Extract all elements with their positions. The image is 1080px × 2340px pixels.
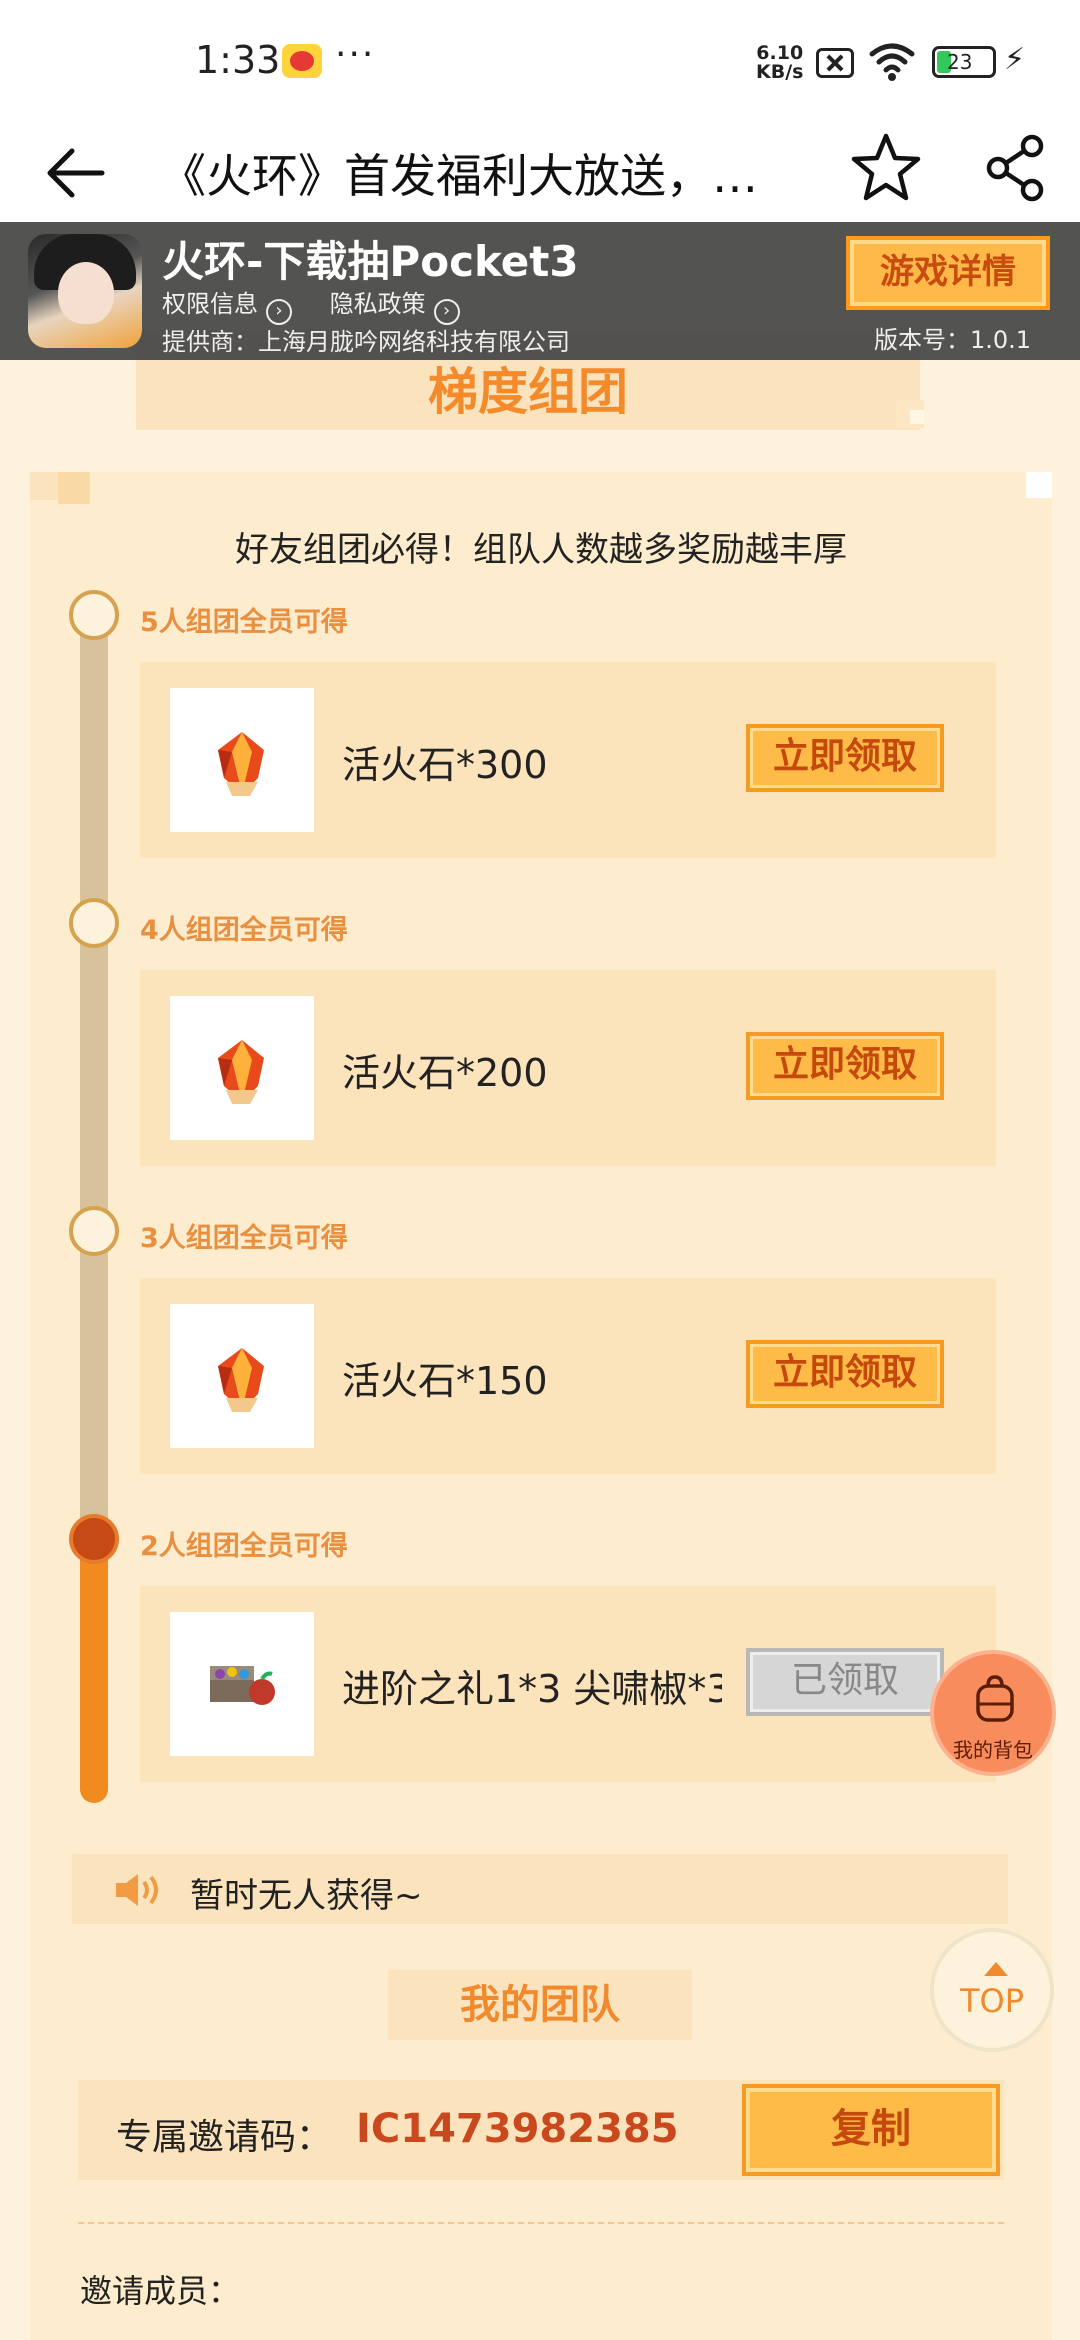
fire-stone-icon	[218, 732, 264, 796]
divider	[78, 2222, 1004, 2224]
arrow-up-icon	[984, 1962, 1008, 1976]
sim-x-icon	[816, 48, 854, 78]
tier-node-completed	[69, 1514, 119, 1564]
reward-thumbnail	[170, 1612, 314, 1756]
progress-fill	[80, 1545, 108, 1803]
reward-name: 进阶之礼1*3 尖啸椒*3	[342, 1667, 722, 1711]
page-title: 《火环》首发福利大放送，…	[160, 149, 758, 203]
reward-row: 活火石*200 立即领取	[140, 970, 996, 1166]
pixel-decoration	[30, 472, 58, 500]
copy-button[interactable]: 复制	[742, 2084, 1000, 2176]
star-icon[interactable]	[846, 128, 926, 208]
back-arrow-icon[interactable]	[40, 138, 110, 208]
game-name: 火环-下载抽Pocket3	[162, 237, 579, 286]
tier-node	[69, 898, 119, 948]
top-nav-bar: 《火环》首发福利大放送，…	[0, 118, 1080, 222]
status-bar: 1:33 ··· 6.10 KB/s 23 ⚡	[0, 0, 1080, 118]
game-info-banner: 火环-下载抽Pocket3 权限信息 › 隐私政策 › 提供商：上海月胧吟网络科技有…	[0, 222, 1080, 360]
reward-thumbnail	[170, 1304, 314, 1448]
reward-row: 活火石*300 立即领取	[140, 662, 996, 858]
invited-members-label: 邀请成员：	[80, 2272, 241, 2310]
reward-thumbnail	[170, 688, 314, 832]
section-title: 梯度组团	[428, 363, 628, 421]
share-icon[interactable]	[984, 132, 1048, 204]
reward-row: 活火石*150 立即领取	[140, 1278, 996, 1474]
battery-icon: 23	[932, 46, 996, 78]
notice-text: 暂时无人获得~	[190, 1876, 423, 1916]
net-speed-unit: KB/s	[756, 61, 804, 83]
fire-stone-icon	[218, 1348, 264, 1412]
pixel-decoration	[58, 472, 90, 504]
speaker-icon	[116, 1874, 158, 1906]
backpack-icon	[976, 1675, 1014, 1722]
reward-thumbnail	[170, 996, 314, 1140]
version-text: 版本号：1.0.1	[874, 326, 1032, 354]
team-section-title: 我的团队	[388, 1970, 692, 2040]
reward-name: 活火石*200	[342, 1051, 548, 1095]
game-logo	[28, 234, 142, 348]
battery-level: 23	[947, 50, 973, 74]
claim-button[interactable]: 立即领取	[746, 724, 944, 792]
my-backpack-button[interactable]: 我的背包	[930, 1650, 1056, 1776]
invite-code-value: IC1473982385	[356, 2106, 679, 2152]
charging-icon: ⚡	[1004, 42, 1026, 77]
status-time: 1:33	[195, 38, 281, 82]
provider-text: 提供商：上海月胧吟网络科技有限公司	[162, 328, 570, 356]
tier-node	[69, 1206, 119, 1256]
privacy-link-label: 隐私政策	[329, 290, 426, 318]
more-notifications-icon: ···	[335, 34, 376, 75]
tier-label: 3人组团全员可得	[140, 1223, 348, 1254]
weibo-icon	[282, 44, 322, 78]
claim-button[interactable]: 立即领取	[746, 1340, 944, 1408]
claimed-button: 已领取	[746, 1648, 944, 1716]
fire-stone-icon	[218, 1040, 264, 1104]
tier-label: 4人组团全员可得	[140, 915, 348, 946]
permission-link[interactable]: 权限信息 ›	[162, 290, 292, 325]
net-speed: 6.10 KB/s	[756, 44, 803, 82]
tier-node	[69, 590, 119, 640]
treasure-chest-icon	[210, 1666, 275, 1705]
tier-label: 5人组团全员可得	[140, 607, 348, 638]
scroll-top-label: TOP	[959, 1982, 1025, 2020]
pixel-decoration	[1026, 472, 1052, 498]
intro-text: 好友组团必得！组队人数越多奖励越丰厚	[235, 530, 847, 570]
wifi-icon	[869, 43, 915, 81]
scroll-top-button[interactable]: TOP	[930, 1928, 1054, 2052]
permission-link-label: 权限信息	[162, 290, 258, 318]
backpack-label: 我的背包	[953, 1738, 1033, 1762]
broadcast-notice: 暂时无人获得~	[72, 1854, 1008, 1924]
reward-name: 活火石*150	[342, 1359, 548, 1403]
privacy-link[interactable]: 隐私政策 ›	[329, 290, 460, 325]
game-detail-button[interactable]: 游戏详情	[846, 236, 1050, 310]
banner-links: 权限信息 › 隐私政策 ›	[162, 284, 490, 325]
tier-label: 2人组团全员可得	[140, 1531, 348, 1562]
invite-code-label: 专属邀请码：	[116, 2117, 333, 2158]
reward-row: 进阶之礼1*3 尖啸椒*3 已领取	[140, 1586, 996, 1782]
pixel-decoration	[910, 410, 924, 424]
claim-button[interactable]: 立即领取	[746, 1032, 944, 1100]
reward-name: 活火石*300	[342, 743, 548, 787]
